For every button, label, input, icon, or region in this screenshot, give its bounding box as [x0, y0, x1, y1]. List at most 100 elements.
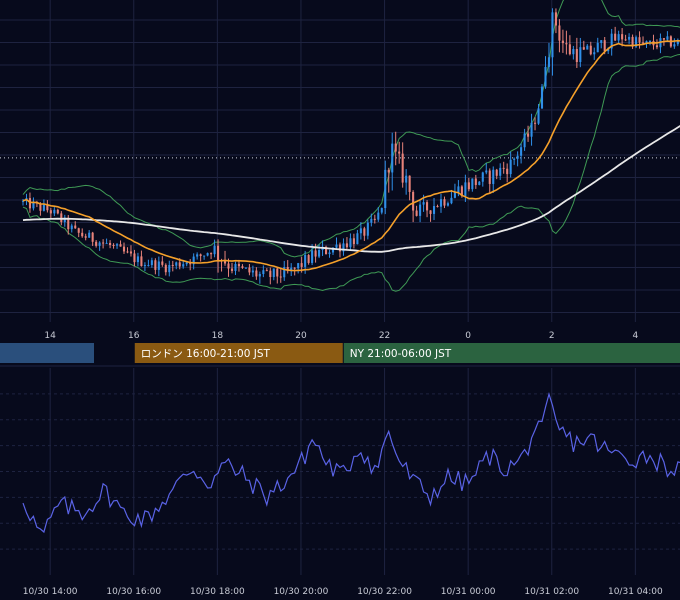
candle-body: [533, 122, 537, 124]
candle-body: [457, 186, 460, 193]
candle-body: [474, 178, 477, 185]
candle-body: [164, 264, 167, 273]
candle-body: [394, 143, 397, 152]
candle-body: [530, 122, 533, 137]
candle-body: [621, 34, 624, 40]
candle-body: [213, 245, 216, 255]
time-tick-label: 16: [128, 331, 140, 341]
candle-body: [579, 47, 582, 63]
candle-body: [586, 45, 589, 50]
background: [0, 0, 680, 600]
candle-body: [227, 263, 230, 269]
candle-body: [405, 175, 408, 183]
candle-body: [638, 37, 641, 43]
candle-body: [352, 238, 355, 245]
candle-body: [217, 245, 220, 260]
candle-body: [600, 40, 603, 43]
candle-body: [495, 169, 498, 176]
candle-body: [53, 209, 56, 214]
candle-body: [199, 254, 202, 257]
session-london-label: ロンドン 16:00-21:00 JST: [141, 348, 271, 360]
candle-body: [304, 255, 307, 267]
candle-body: [432, 206, 436, 214]
candle-body: [662, 38, 665, 40]
date-tick-label: 10/30 16:00: [106, 587, 161, 597]
candle-body: [443, 199, 446, 206]
candle-body: [655, 45, 659, 48]
candle-body: [248, 267, 251, 273]
date-tick-label: 10/31 00:00: [441, 587, 496, 597]
candle-body: [593, 52, 596, 55]
candle-body: [95, 241, 98, 246]
time-tick-label: 14: [44, 331, 56, 341]
candle-body: [102, 242, 105, 244]
candle-body: [453, 192, 456, 198]
candle-body: [398, 151, 401, 154]
candle-body: [311, 250, 314, 263]
date-tick-label: 10/30 14:00: [23, 587, 78, 597]
candle-body: [157, 261, 160, 270]
candle-body: [572, 49, 575, 55]
candle-body: [359, 228, 362, 234]
candle-body: [136, 256, 139, 263]
candle-body: [384, 169, 387, 208]
candle-body: [143, 265, 146, 267]
candle-body: [412, 191, 415, 211]
time-tick-label: 0: [465, 331, 471, 341]
candle-body: [49, 210, 52, 214]
candle-body: [356, 233, 359, 245]
candle-body: [446, 203, 450, 206]
candle-body: [241, 266, 244, 268]
date-tick-label: 10/31 04:00: [608, 587, 663, 597]
candle-body: [185, 262, 188, 265]
candle-body: [297, 263, 300, 269]
candle-body: [88, 232, 91, 238]
candle-body: [237, 263, 241, 267]
date-tick-label: 10/30 22:00: [357, 587, 412, 597]
candle-body: [279, 276, 282, 278]
candle-body: [582, 47, 585, 50]
candle-body: [513, 158, 516, 160]
candle-body: [370, 218, 373, 223]
candle-body: [133, 253, 136, 263]
candle-body: [150, 260, 153, 266]
candle-body: [426, 202, 429, 211]
candle-body: [596, 42, 599, 53]
candle-body: [436, 206, 439, 208]
candle-body: [112, 245, 115, 247]
candle-body: [175, 262, 178, 266]
date-tick-label: 10/30 20:00: [274, 587, 329, 597]
candle-body: [502, 167, 505, 169]
candle-body: [391, 143, 394, 173]
candle-body: [318, 250, 321, 257]
candle-body: [196, 254, 199, 257]
candle-body: [109, 242, 112, 246]
candle-body: [673, 44, 676, 47]
candle-body: [554, 12, 557, 26]
session-london: ロンドン 16:00-21:00 JST: [134, 343, 343, 363]
candle-body: [614, 33, 617, 41]
candle-body: [244, 267, 247, 269]
candle-body: [471, 178, 474, 190]
candle-body: [558, 25, 561, 41]
candle-body: [565, 43, 568, 45]
candle-body: [255, 270, 258, 277]
session-tokyo: [0, 343, 94, 363]
candle-body: [450, 197, 453, 204]
candle-body: [335, 244, 338, 248]
candle-body: [509, 159, 512, 175]
candle-body: [363, 228, 366, 236]
candle-body: [206, 253, 209, 256]
candle-body: [293, 267, 296, 269]
candle-body: [415, 210, 418, 216]
candle-body: [561, 40, 564, 44]
candle-body: [568, 44, 571, 55]
candle-body: [523, 133, 526, 148]
candle-body: [28, 198, 32, 209]
candle-body: [547, 57, 551, 67]
candle-body: [140, 256, 143, 267]
candle-body: [575, 49, 578, 63]
chart-area: ロンドン 16:00-21:00 JST NY 21:00-06:00 JST 1…: [0, 0, 680, 600]
candle-body: [401, 153, 404, 183]
candle-body: [251, 270, 254, 273]
